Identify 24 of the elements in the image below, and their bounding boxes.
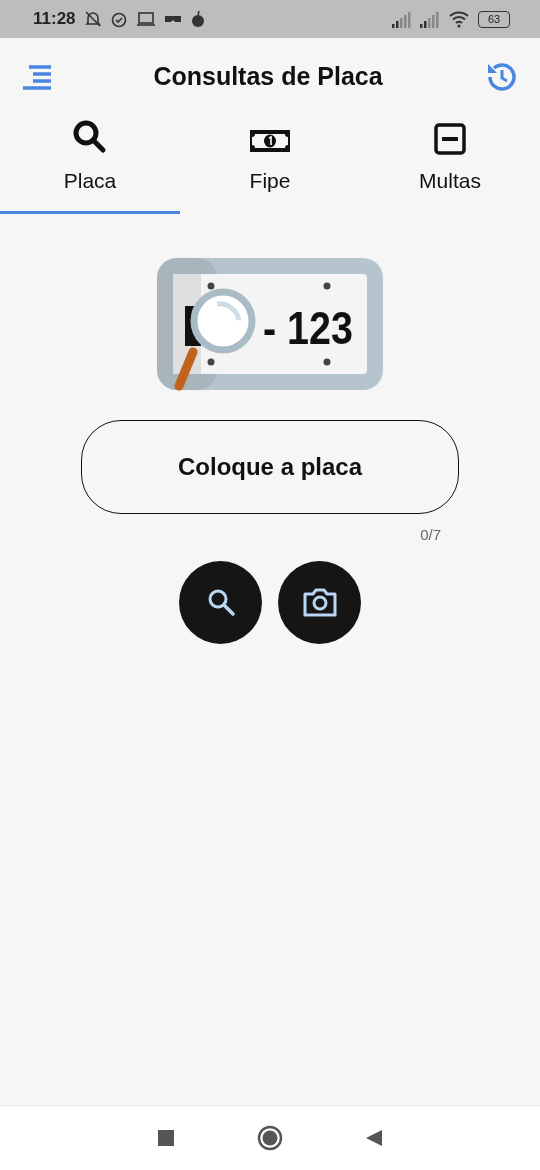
back-icon[interactable]	[365, 1129, 383, 1147]
clock-text: 11:28	[33, 8, 76, 31]
plate-input[interactable]: Coloque a placa	[81, 420, 459, 514]
signal-icon	[392, 10, 412, 28]
battery-indicator: 63	[478, 10, 510, 28]
tab[interactable]: Fipe	[180, 116, 360, 214]
menu-icon	[22, 62, 52, 92]
signal-icon	[420, 10, 440, 28]
camera-icon	[301, 586, 338, 618]
search-icon	[72, 118, 108, 155]
tab[interactable]: Placa	[0, 116, 180, 214]
laptop-icon	[135, 10, 156, 28]
bomb-icon	[189, 10, 206, 28]
magnifier-icon	[174, 288, 256, 391]
page-title: Consultas de Placa	[153, 61, 383, 93]
home-icon[interactable]	[257, 1125, 283, 1151]
plate-text: - 123	[263, 302, 368, 354]
muted-bell-icon	[83, 10, 102, 28]
character-counter: 0/7	[419, 525, 442, 545]
menu-button[interactable]	[22, 62, 52, 92]
recents-icon[interactable]	[157, 1129, 175, 1147]
wifi-icon	[448, 10, 470, 28]
tab[interactable]: Multas	[360, 116, 540, 214]
minus-square-icon	[434, 122, 466, 155]
